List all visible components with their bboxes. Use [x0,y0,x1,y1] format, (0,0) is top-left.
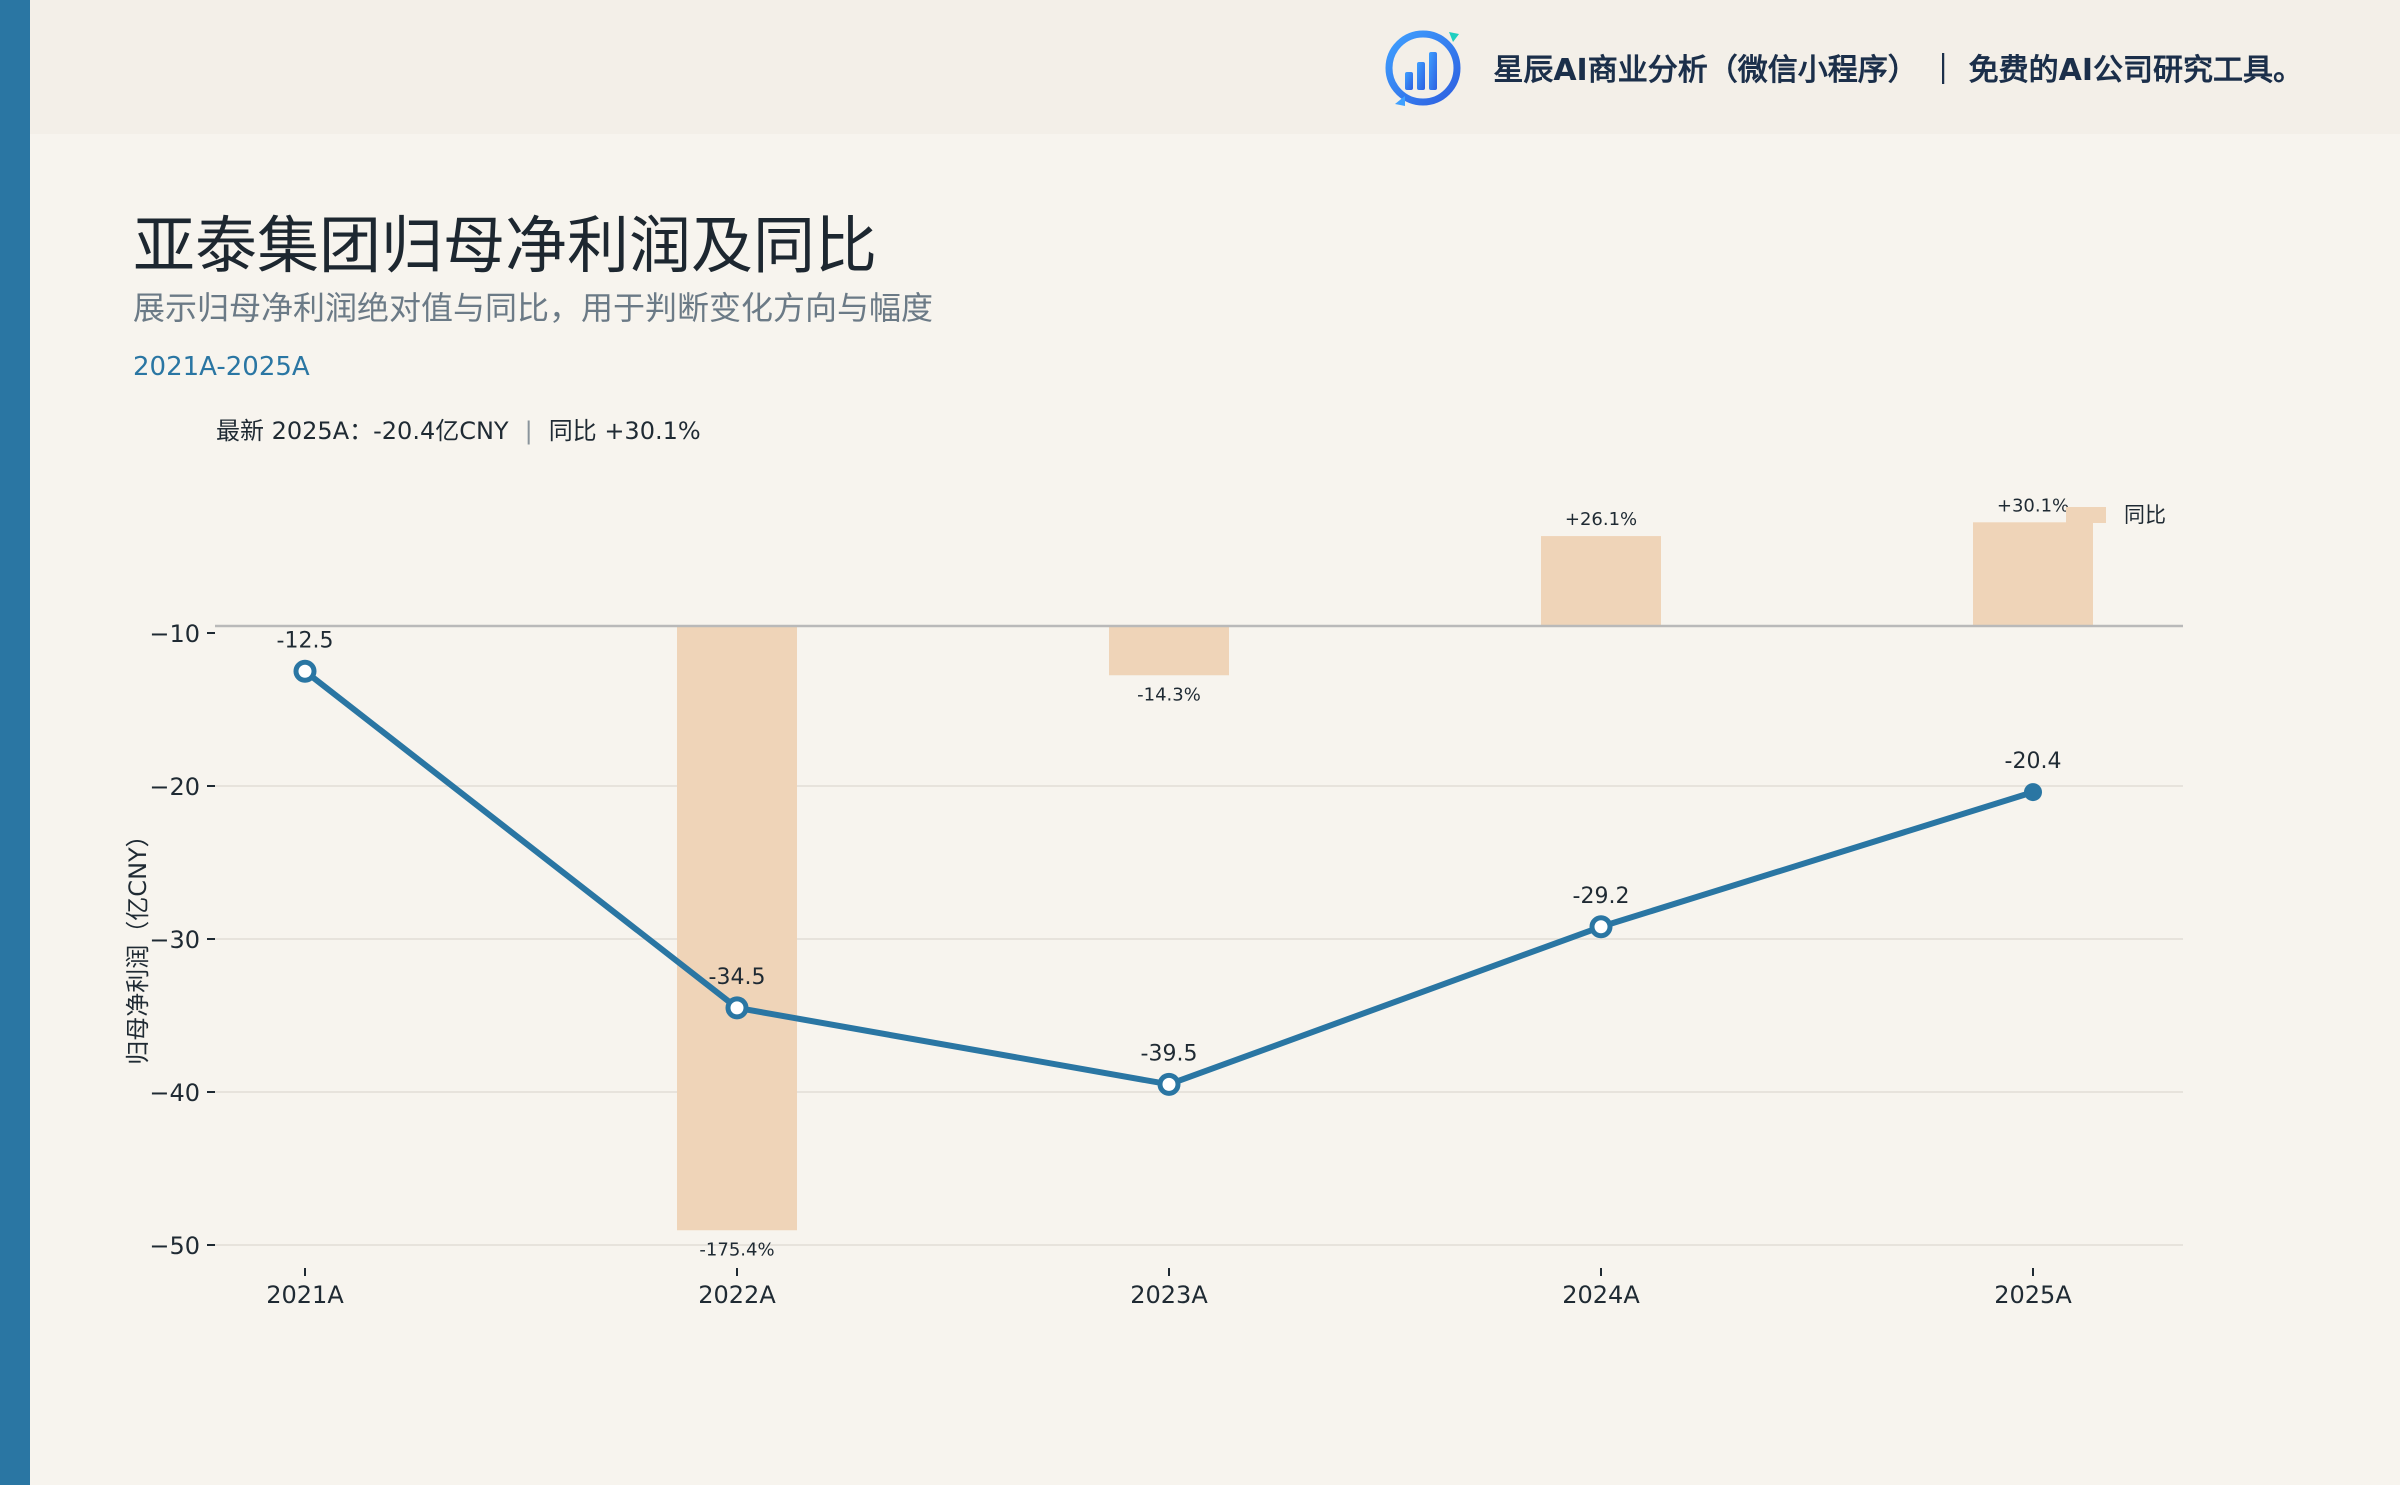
data-point [2024,783,2042,802]
y-tick-label: −30 [149,926,200,954]
data-point [1157,1072,1181,1096]
yoy-bar [1973,522,2093,626]
data-point [1589,915,1613,939]
yoy-bar [677,626,797,1231]
data-point [293,659,317,683]
y-tick-label: −20 [149,773,200,801]
yoy-bar-label: +26.1% [1565,509,1637,530]
yoy-bar-label: -175.4% [699,1239,774,1260]
y-tick-label: −10 [149,620,200,648]
y-axis-label: 归母净利润（亿CNY） [124,823,152,1064]
x-tick-label: 2023A [1130,1281,1208,1309]
y-tick-label: −50 [149,1232,200,1260]
data-label: -12.5 [277,628,334,653]
data-point [725,996,749,1020]
yoy-bar [1541,536,1661,626]
yoy-bar [1109,626,1229,676]
x-tick-label: 2022A [698,1281,776,1309]
legend-label: 同比 [2124,503,2166,527]
x-tick-label: 2024A [1562,1281,1640,1309]
data-label: -39.5 [1141,1041,1198,1066]
data-label: -34.5 [709,965,766,990]
net-profit-chart: −10 −20 −30 −40 −50 归母净利润（亿CNY） -175.4% -14.3% +… [124,495,2183,1309]
y-tick-label: −40 [149,1079,200,1107]
x-tick-label: 2025A [1994,1281,2072,1309]
legend-swatch [2066,507,2106,523]
net-profit-line [303,668,2034,1088]
yoy-bar-label: -14.3% [1137,684,1201,705]
x-tick-label: 2021A [266,1281,344,1309]
data-label: -29.2 [1573,884,1630,909]
data-label: -20.4 [2005,749,2062,774]
yoy-bar-label: +30.1% [1997,495,2069,516]
